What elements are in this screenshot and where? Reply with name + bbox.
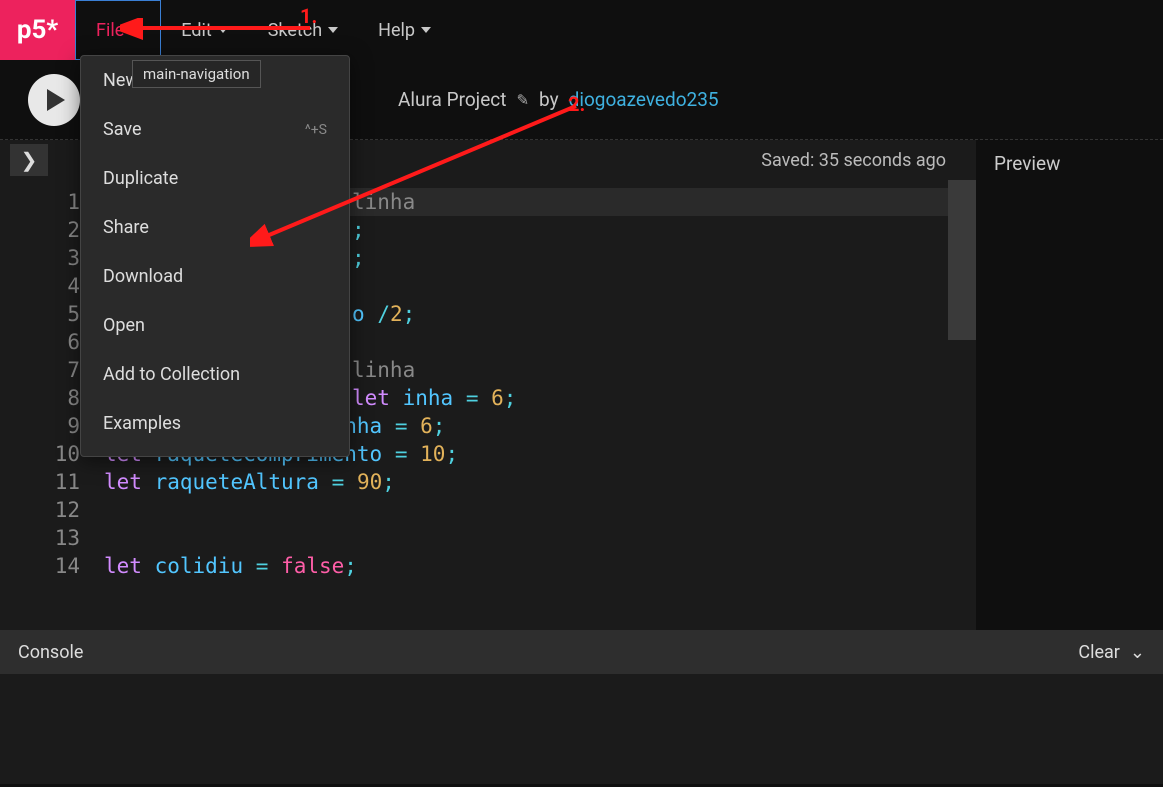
line-number: 3 <box>0 244 80 272</box>
dropdown-add-collection-label: Add to Collection <box>103 364 240 385</box>
dropdown-download-label: Download <box>103 266 183 287</box>
dropdown-duplicate-label: Duplicate <box>103 168 178 189</box>
saved-status: Saved: 35 seconds ago <box>761 150 946 171</box>
dropdown-save-shortcut: ^+S <box>305 122 327 138</box>
dropdown-open[interactable]: Open <box>81 301 349 350</box>
code-line[interactable] <box>92 524 976 552</box>
menu-edit[interactable]: Edit <box>161 0 247 60</box>
code-line[interactable]: let raqueteAltura = 90; <box>92 468 976 496</box>
line-number: 7 <box>0 356 80 384</box>
line-number: 10 <box>0 440 80 468</box>
menu-help[interactable]: Help <box>358 0 451 60</box>
sidebar-toggle-button[interactable]: ❯ <box>10 144 48 176</box>
scrollbar-thumb[interactable] <box>948 180 976 340</box>
console-clear-label: Clear <box>1078 642 1120 663</box>
dropdown-add-collection[interactable]: Add to Collection <box>81 350 349 399</box>
line-number: 9 <box>0 412 80 440</box>
line-number: 6 <box>0 328 80 356</box>
code-line[interactable] <box>92 496 976 524</box>
dropdown-open-label: Open <box>103 315 145 336</box>
console: Console Clear ⌄ <box>0 630 1163 784</box>
console-header: Console Clear ⌄ <box>0 630 1163 674</box>
menu-bar: File Edit Sketch Help <box>75 0 451 60</box>
file-dropdown: New Save ^+S Duplicate Share Download Op… <box>80 55 350 457</box>
by-label: by <box>539 88 559 111</box>
dropdown-download[interactable]: Download <box>81 252 349 301</box>
line-number: 1 <box>0 188 80 216</box>
preview-heading: Preview <box>994 152 1145 175</box>
caret-down-icon <box>130 27 140 33</box>
menu-help-label: Help <box>378 20 415 41</box>
project-title-group: Alura Project ✎ by diogoazevedo235 <box>398 88 719 111</box>
line-number: 5 <box>0 300 80 328</box>
line-number: 11 <box>0 468 80 496</box>
dropdown-examples-label: Examples <box>103 413 181 434</box>
chevron-down-icon: ⌄ <box>1130 642 1145 663</box>
play-icon <box>47 89 65 111</box>
line-number: 12 <box>0 496 80 524</box>
caret-down-icon <box>328 27 338 33</box>
menu-file-label: File <box>96 20 124 41</box>
pencil-icon[interactable]: ✎ <box>516 91 529 109</box>
preview-pane: Preview <box>976 140 1163 630</box>
console-clear-button[interactable]: Clear ⌄ <box>1078 642 1145 663</box>
dropdown-share-label: Share <box>103 217 149 238</box>
navbar: p5* File Edit Sketch Help <box>0 0 1163 60</box>
annotation-label-2: 2. <box>568 92 585 116</box>
line-number: 4 <box>0 272 80 300</box>
menu-edit-label: Edit <box>181 20 211 41</box>
line-number: 14 <box>0 552 80 580</box>
author-link[interactable]: diogoazevedo235 <box>569 88 719 111</box>
line-number: 8 <box>0 384 80 412</box>
line-number: 13 <box>0 524 80 552</box>
project-title: Alura Project <box>398 88 506 111</box>
play-button[interactable] <box>28 74 80 126</box>
chevron-right-icon: ❯ <box>21 148 38 172</box>
code-line[interactable]: let colidiu = false; <box>92 552 976 580</box>
line-gutter: 1234567891011121314 <box>0 180 92 630</box>
annotation-label-1: 1. <box>300 4 317 28</box>
console-body <box>0 674 1163 784</box>
menu-file[interactable]: File <box>75 0 161 60</box>
nav-tooltip: main-navigation <box>132 60 261 88</box>
dropdown-save-label: Save <box>103 119 142 140</box>
caret-down-icon <box>421 27 431 33</box>
dropdown-examples[interactable]: Examples <box>81 399 349 448</box>
caret-down-icon <box>218 27 228 33</box>
dropdown-save[interactable]: Save ^+S <box>81 105 349 154</box>
dropdown-share[interactable]: Share <box>81 203 349 252</box>
line-number: 2 <box>0 216 80 244</box>
console-label: Console <box>18 642 83 663</box>
dropdown-duplicate[interactable]: Duplicate <box>81 154 349 203</box>
logo[interactable]: p5* <box>0 0 75 60</box>
